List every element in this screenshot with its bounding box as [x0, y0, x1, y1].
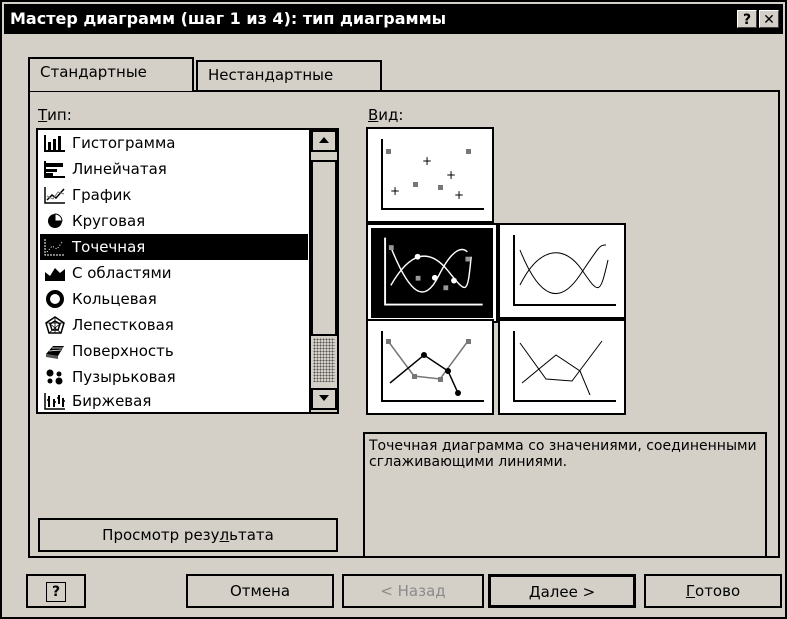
list-item-label: Кольцевая	[72, 290, 157, 308]
back-label: < Назад	[380, 582, 446, 600]
tab-standard-label: Стандартные	[40, 63, 147, 81]
finish-label-mnemonic: Г	[685, 582, 696, 600]
list-item-doughnut[interactable]: Кольцевая	[40, 286, 308, 312]
chart-subtype-gallery: + + + +	[366, 127, 628, 417]
preview-result-button[interactable]: Просмотр результата	[38, 518, 338, 552]
bar-chart-icon	[44, 161, 65, 178]
next-button[interactable]: Далее >	[488, 574, 636, 608]
finish-button[interactable]: Готово	[644, 574, 782, 608]
straight-lines-preview	[513, 331, 616, 402]
svg-text:+: +	[446, 168, 456, 182]
next-label: Далее >	[528, 583, 596, 601]
arrow-down-icon	[319, 395, 329, 401]
scatter-markers-preview: + + + +	[381, 139, 484, 210]
list-item-label: Пузырьковая	[72, 368, 176, 386]
svg-text:+: +	[422, 154, 432, 168]
arrow-up-icon	[319, 137, 329, 143]
subtype-smoothed-lines[interactable]	[498, 223, 626, 319]
scatter-chart-icon	[44, 239, 65, 256]
scroll-down-button[interactable]	[311, 388, 337, 410]
help-title-button[interactable]: ?	[737, 10, 757, 28]
line-chart-icon	[44, 187, 65, 204]
svg-text:+: +	[390, 184, 400, 198]
list-scrollbar[interactable]	[309, 130, 337, 412]
list-item-label: Гистограмма	[72, 134, 176, 152]
list-item-column[interactable]: Гистограмма	[40, 130, 308, 156]
list-item-pie[interactable]: Круговая	[40, 208, 308, 234]
view-label: Вид:	[368, 106, 403, 124]
preview-label-mnemonic: л	[219, 526, 230, 544]
view-label-mnemonic: В	[368, 106, 379, 124]
type-label-mnemonic: Т	[38, 106, 48, 124]
description-text: Точечная диаграмма со значениями, соедин…	[369, 438, 757, 470]
radar-chart-icon	[45, 316, 65, 334]
list-item-bubble[interactable]: Пузырьковая	[40, 364, 308, 390]
area-chart-icon	[45, 268, 65, 281]
title-bar: Мастер диаграмм (шаг 1 из 4): тип диагра…	[4, 4, 783, 34]
scroll-track[interactable]	[313, 338, 335, 382]
type-label: Тип:	[38, 106, 72, 124]
scroll-thumb[interactable]	[311, 160, 337, 336]
subtype-scatter-markers[interactable]: + + + +	[366, 127, 494, 223]
list-item-line[interactable]: График	[40, 182, 308, 208]
preview-label-part1: Просмотр резу	[102, 526, 220, 544]
list-item-label: Лепестковая	[72, 316, 174, 334]
list-item-radar[interactable]: Лепестковая	[40, 312, 308, 338]
chart-type-list[interactable]: Гистограмма Линейчатая График Круговая Т…	[36, 128, 339, 414]
close-button[interactable]: ✕	[759, 10, 779, 28]
office-assistant-help-button[interactable]: ?	[26, 574, 86, 608]
bubble-chart-icon	[46, 369, 63, 385]
list-item-surface[interactable]: Поверхность	[40, 338, 308, 364]
list-item-label: Точечная	[72, 238, 146, 256]
list-item-scatter[interactable]: Точечная	[40, 234, 308, 260]
subtype-smoothed-lines-markers[interactable]	[366, 223, 498, 323]
list-item-label: С областями	[72, 264, 172, 282]
list-item-label: Круговая	[72, 212, 146, 230]
smoothed-markers-preview	[384, 237, 483, 306]
list-item-area[interactable]: С областями	[40, 260, 308, 286]
column-chart-icon	[44, 135, 65, 152]
scroll-up-button[interactable]	[311, 130, 337, 152]
list-item-bar[interactable]: Линейчатая	[40, 156, 308, 182]
list-item-label: Линейчатая	[72, 160, 167, 178]
list-item-label: График	[72, 186, 132, 204]
list-item-stock[interactable]: Биржевая	[40, 388, 308, 414]
type-label-rest: ип:	[47, 106, 72, 124]
preview-label-part2: ьтата	[229, 526, 274, 544]
list-item-label: Поверхность	[72, 342, 174, 360]
lines-markers-preview	[381, 331, 484, 402]
subtype-description: Точечная диаграмма со значениями, соедин…	[363, 432, 767, 558]
finish-label-rest: отово	[695, 582, 741, 600]
cancel-button[interactable]: Отмена	[186, 574, 334, 608]
view-label-rest: ид:	[378, 106, 404, 124]
surface-chart-icon	[46, 346, 64, 359]
tab-custom-label: Нестандартные	[208, 66, 334, 84]
cancel-label: Отмена	[229, 582, 291, 600]
back-button[interactable]: < Назад	[342, 574, 484, 608]
tab-standard[interactable]: Стандартные	[28, 57, 194, 91]
stock-chart-icon	[44, 393, 65, 410]
svg-text:+: +	[454, 188, 464, 202]
help-icon: ?	[46, 582, 66, 602]
smoothed-lines-preview	[513, 235, 616, 306]
chart-wizard-window: Мастер диаграмм (шаг 1 из 4): тип диагра…	[0, 0, 787, 619]
subtype-straight-lines[interactable]	[498, 319, 626, 415]
subtype-lines-markers[interactable]	[366, 319, 494, 415]
window-title: Мастер диаграмм (шаг 1 из 4): тип диагра…	[10, 9, 447, 28]
tab-custom[interactable]: Нестандартные	[196, 60, 382, 90]
list-item-label: Биржевая	[72, 392, 152, 410]
pie-chart-icon	[48, 213, 63, 228]
doughnut-chart-icon	[46, 290, 64, 308]
